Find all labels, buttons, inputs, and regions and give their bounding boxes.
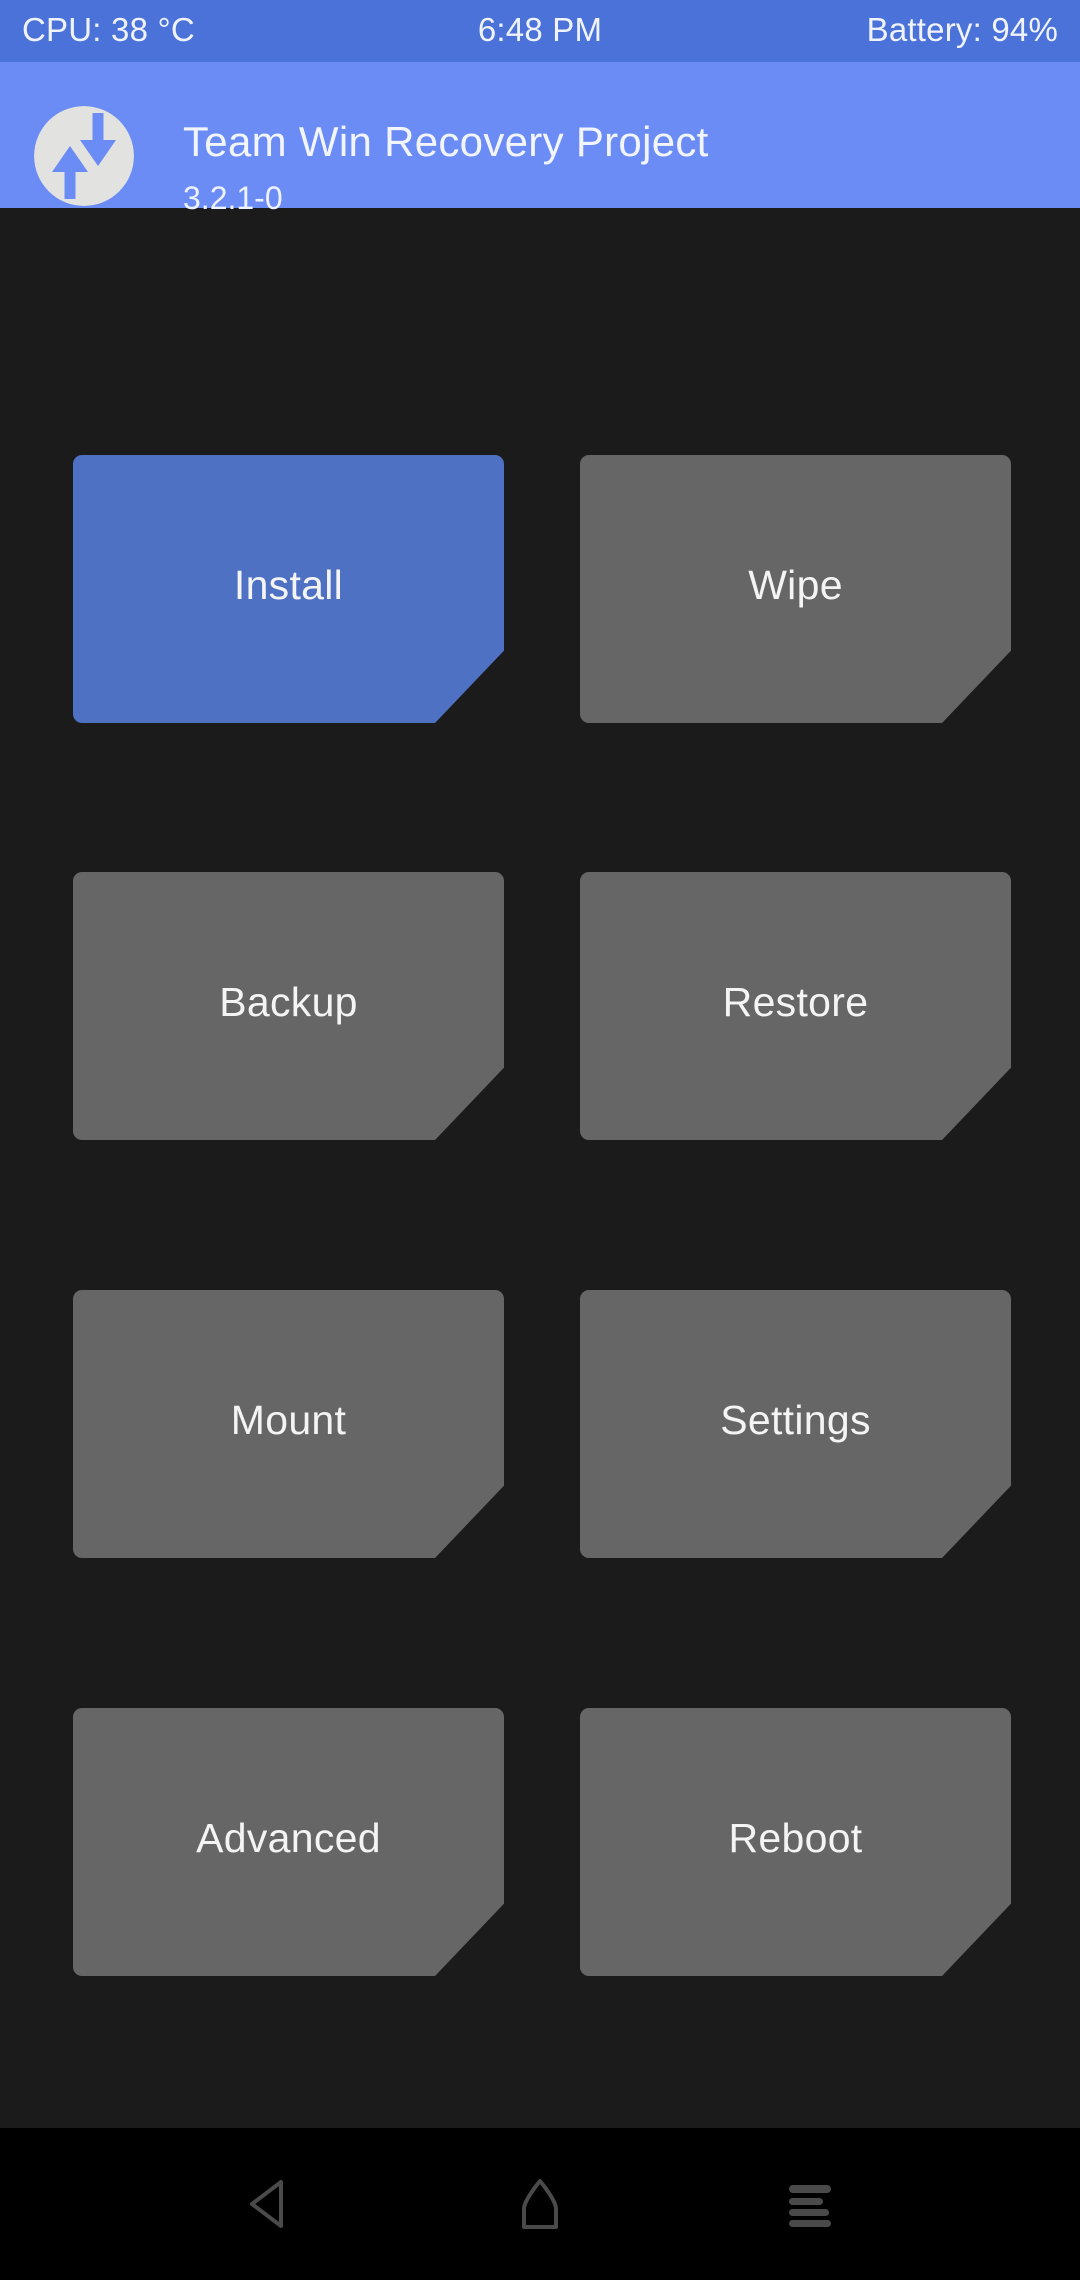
- home-button[interactable]: [450, 2128, 630, 2280]
- back-button[interactable]: [180, 2128, 360, 2280]
- tile-label: Wipe: [748, 561, 843, 608]
- tile-wipe[interactable]: Wipe: [580, 455, 1011, 723]
- twrp-recovery-screen: CPU: 38 °C 6:48 PM Battery: 94% Team Win…: [0, 0, 1080, 2280]
- tile-label: Restore: [722, 978, 869, 1025]
- battery-level-text: Battery: 94%: [866, 11, 1058, 48]
- back-icon: [247, 2179, 293, 2229]
- tile-label: Settings: [720, 1396, 871, 1443]
- tile-restore[interactable]: Restore: [580, 872, 1011, 1140]
- home-icon: [518, 2178, 562, 2230]
- recents-icon: [786, 2180, 834, 2228]
- android-navigation-bar: [0, 2128, 1080, 2280]
- page-title: Team Win Recovery Project: [183, 118, 709, 165]
- status-bar: CPU: 38 °C 6:48 PM Battery: 94%: [0, 0, 1080, 62]
- main-menu-grid: Install Wipe Backup Restore Mount Settin…: [0, 208, 1080, 2128]
- tile-label: Reboot: [728, 1814, 863, 1861]
- recents-button[interactable]: [720, 2128, 900, 2280]
- tile-label: Install: [233, 561, 344, 608]
- tile-install[interactable]: Install: [73, 455, 504, 723]
- tile-backup[interactable]: Backup: [73, 872, 504, 1140]
- twrp-logo-icon: [34, 106, 134, 206]
- tile-settings[interactable]: Settings: [580, 1290, 1011, 1558]
- tile-label: Backup: [219, 978, 358, 1025]
- tile-mount[interactable]: Mount: [73, 1290, 504, 1558]
- tile-label: Mount: [230, 1396, 347, 1443]
- app-header: Team Win Recovery Project 3.2.1-0: [0, 62, 1080, 216]
- tile-advanced[interactable]: Advanced: [73, 1708, 504, 1976]
- tile-reboot[interactable]: Reboot: [580, 1708, 1011, 1976]
- tile-label: Advanced: [196, 1814, 381, 1861]
